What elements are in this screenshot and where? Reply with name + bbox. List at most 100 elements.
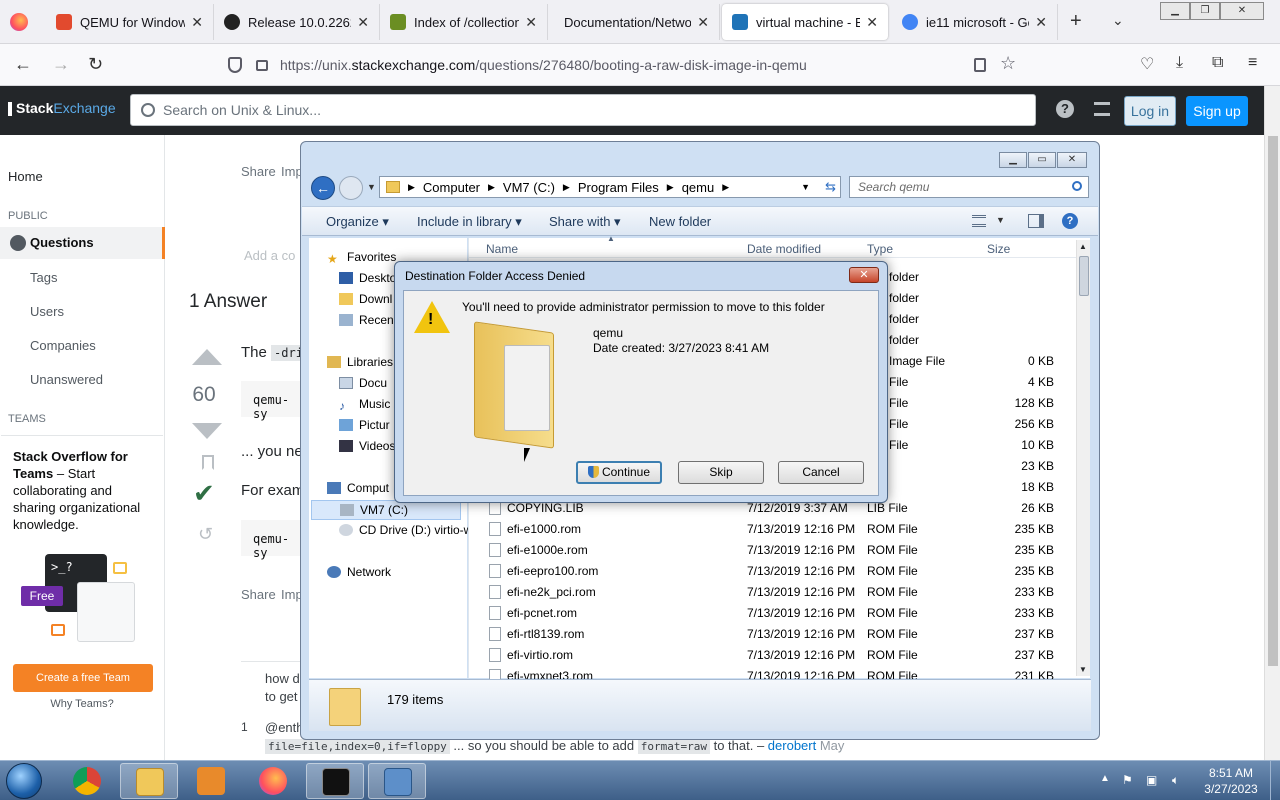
why-teams-link[interactable]: Why Teams? bbox=[1, 698, 163, 710]
share-link[interactable]: Share bbox=[241, 164, 276, 179]
show-desktop-button[interactable] bbox=[1270, 761, 1280, 800]
nav-vm7-drive[interactable]: VM7 (C:) bbox=[311, 500, 461, 520]
network-tray-icon[interactable]: ▣ bbox=[1146, 773, 1157, 787]
help-icon[interactable]: ? bbox=[1062, 213, 1078, 229]
extensions-icon[interactable]: ⧉ bbox=[1212, 54, 1223, 72]
share-with-menu[interactable]: Share with ▾ bbox=[549, 214, 621, 230]
nav-libraries[interactable]: Libraries bbox=[327, 355, 393, 369]
file-row[interactable]: efi-ne2k_pci.rom 7/13/2019 12:16 PM ROM Fi… bbox=[469, 581, 1079, 602]
taskbar-media-player[interactable] bbox=[182, 763, 240, 799]
scroll-down-icon[interactable]: ▼ bbox=[1079, 665, 1087, 674]
new-folder-button[interactable]: New folder bbox=[649, 214, 711, 229]
file-list-scrollbar[interactable]: ▲ ▼ bbox=[1076, 240, 1090, 676]
nav-documents[interactable]: Docu bbox=[339, 376, 387, 390]
download-icon[interactable]: ⤓ bbox=[1176, 54, 1183, 72]
url-bar[interactable]: https://unix.stackexchange.com/questions… bbox=[222, 50, 1032, 80]
volume-muted-icon[interactable]: 🔈︎ bbox=[1172, 773, 1179, 788]
cancel-button[interactable]: Cancel bbox=[778, 461, 864, 484]
explorer-search-input[interactable]: Search qemu bbox=[849, 176, 1089, 198]
create-team-button[interactable]: Create a free Team bbox=[13, 664, 153, 692]
history-icon[interactable]: ↺ bbox=[198, 524, 213, 545]
restore-icon[interactable]: ❐ bbox=[1190, 2, 1220, 20]
help-icon[interactable]: ? bbox=[1056, 100, 1074, 118]
view-dropdown-icon[interactable]: ▼ bbox=[996, 215, 1005, 225]
col-date[interactable]: Date modified bbox=[747, 242, 821, 256]
forward-icon[interactable]: → bbox=[52, 54, 70, 75]
signup-button[interactable]: Sign up bbox=[1186, 96, 1248, 126]
dialog-close-icon[interactable]: ✕ bbox=[849, 267, 879, 283]
tab-virtual-machine[interactable]: virtual machine - Boo ✕ bbox=[722, 4, 888, 40]
action-center-flag-icon[interactable]: ⚑ bbox=[1122, 773, 1133, 787]
explorer-close-icon[interactable]: ✕ bbox=[1057, 152, 1087, 168]
new-tab-icon[interactable]: + bbox=[1070, 10, 1082, 33]
page-scrollbar[interactable] bbox=[1264, 86, 1280, 760]
nav-videos[interactable]: Videos bbox=[339, 439, 395, 453]
back-icon[interactable]: ← bbox=[14, 54, 32, 75]
close-tab-icon[interactable]: ✕ bbox=[357, 14, 369, 31]
file-row[interactable]: efi-virtio.rom 7/13/2019 12:16 PM ROM File… bbox=[469, 644, 1079, 665]
nav-desktop[interactable]: Deskto bbox=[339, 271, 396, 285]
bookmark-star-icon[interactable]: ☆ bbox=[1000, 53, 1016, 74]
col-type[interactable]: Type bbox=[867, 242, 893, 256]
explorer-maximize-icon[interactable]: ▭ bbox=[1028, 152, 1056, 168]
nav-favorites[interactable]: ★ Favorites bbox=[327, 250, 396, 266]
add-comment-link[interactable]: Add a co bbox=[244, 248, 295, 263]
refresh-icon[interactable]: ⇆ bbox=[825, 179, 836, 195]
recent-pages-icon[interactable]: ▼ bbox=[367, 182, 376, 192]
nav-companies[interactable]: Companies bbox=[30, 338, 96, 353]
nav-cd-drive[interactable]: CD Drive (D:) virtio-w bbox=[339, 523, 472, 537]
nav-unanswered[interactable]: Unanswered bbox=[30, 372, 103, 387]
nav-tags[interactable]: Tags bbox=[30, 270, 57, 285]
file-row[interactable]: efi-rtl8139.rom 7/13/2019 12:16 PM ROM Fil… bbox=[469, 623, 1079, 644]
file-row[interactable]: efi-pcnet.rom 7/13/2019 12:16 PM ROM File 2… bbox=[469, 602, 1079, 623]
tab-documentation[interactable]: Documentation/Network ✕ bbox=[548, 4, 720, 40]
upvote-icon[interactable] bbox=[192, 349, 222, 365]
tray-expand-icon[interactable]: ▲ bbox=[1100, 773, 1110, 784]
nav-questions[interactable]: Questions bbox=[0, 227, 165, 259]
explorer-minimize-icon[interactable]: ▁ bbox=[999, 152, 1027, 168]
share-link-2[interactable]: Share bbox=[241, 587, 276, 602]
minimize-icon[interactable]: ▁ bbox=[1160, 2, 1190, 20]
start-button[interactable] bbox=[6, 763, 42, 799]
close-tab-icon[interactable]: ✕ bbox=[697, 14, 709, 31]
view-options-icon[interactable] bbox=[972, 215, 986, 227]
explorer-forward-icon[interactable] bbox=[339, 176, 363, 200]
pocket-icon[interactable]: ♡ bbox=[1140, 54, 1154, 74]
firefox-menu-icon[interactable] bbox=[10, 13, 28, 31]
nav-pictures[interactable]: Pictur bbox=[339, 418, 390, 432]
close-tab-icon[interactable]: ✕ bbox=[1035, 14, 1047, 31]
site-search-input[interactable]: Search on Unix & Linux... bbox=[130, 94, 1036, 126]
tab-ie11-google[interactable]: ie11 microsoft - Goog ✕ bbox=[892, 4, 1058, 40]
nav-recent[interactable]: Recen bbox=[339, 313, 394, 327]
file-row[interactable]: efi-eepro100.rom 7/13/2019 12:16 PM ROM Fi… bbox=[469, 560, 1079, 581]
continue-button[interactable]: Continue bbox=[576, 461, 662, 484]
comment-author-link[interactable]: derobert bbox=[768, 738, 816, 753]
stackexchange-logo[interactable]: StackExchange bbox=[16, 100, 116, 116]
nav-network[interactable]: Network bbox=[327, 565, 391, 579]
page-scrollbar-thumb[interactable] bbox=[1268, 136, 1278, 666]
downvote-icon[interactable] bbox=[192, 423, 222, 439]
breadcrumb-computer[interactable]: Computer bbox=[423, 180, 480, 195]
taskbar-cmd[interactable] bbox=[306, 763, 364, 799]
breadcrumb-program-files[interactable]: Program Files bbox=[578, 180, 659, 195]
list-tabs-icon[interactable]: ⌄ bbox=[1112, 12, 1124, 29]
explorer-address-bar[interactable]: ▶ Computer ▶ VM7 (C:) ▶ Program Files ▶ … bbox=[379, 176, 841, 198]
tab-release[interactable]: Release 10.0.22621.0 ✕ bbox=[214, 4, 380, 40]
site-switcher-icon[interactable] bbox=[1094, 102, 1110, 116]
explorer-back-icon[interactable]: ← bbox=[311, 176, 335, 200]
col-size[interactable]: Size bbox=[987, 242, 1010, 256]
scroll-up-icon[interactable]: ▲ bbox=[1079, 242, 1087, 251]
preview-pane-icon[interactable] bbox=[1028, 214, 1044, 228]
close-tab-icon[interactable]: ✕ bbox=[866, 14, 878, 31]
taskbar-chrome[interactable] bbox=[58, 763, 116, 799]
menu-hamburger-icon[interactable] bbox=[8, 102, 12, 116]
breadcrumb-qemu[interactable]: qemu bbox=[682, 180, 715, 195]
login-button[interactable]: Log in bbox=[1124, 96, 1176, 126]
nav-music[interactable]: ♪ Music bbox=[339, 397, 390, 413]
breadcrumb-vm7[interactable]: VM7 (C:) bbox=[503, 180, 555, 195]
nav-computer[interactable]: Comput bbox=[327, 481, 389, 495]
bookmark-icon[interactable] bbox=[202, 455, 214, 470]
reload-icon[interactable]: ↻ bbox=[88, 54, 103, 75]
nav-users[interactable]: Users bbox=[30, 304, 64, 319]
menu-icon[interactable]: ≡ bbox=[1248, 54, 1257, 72]
